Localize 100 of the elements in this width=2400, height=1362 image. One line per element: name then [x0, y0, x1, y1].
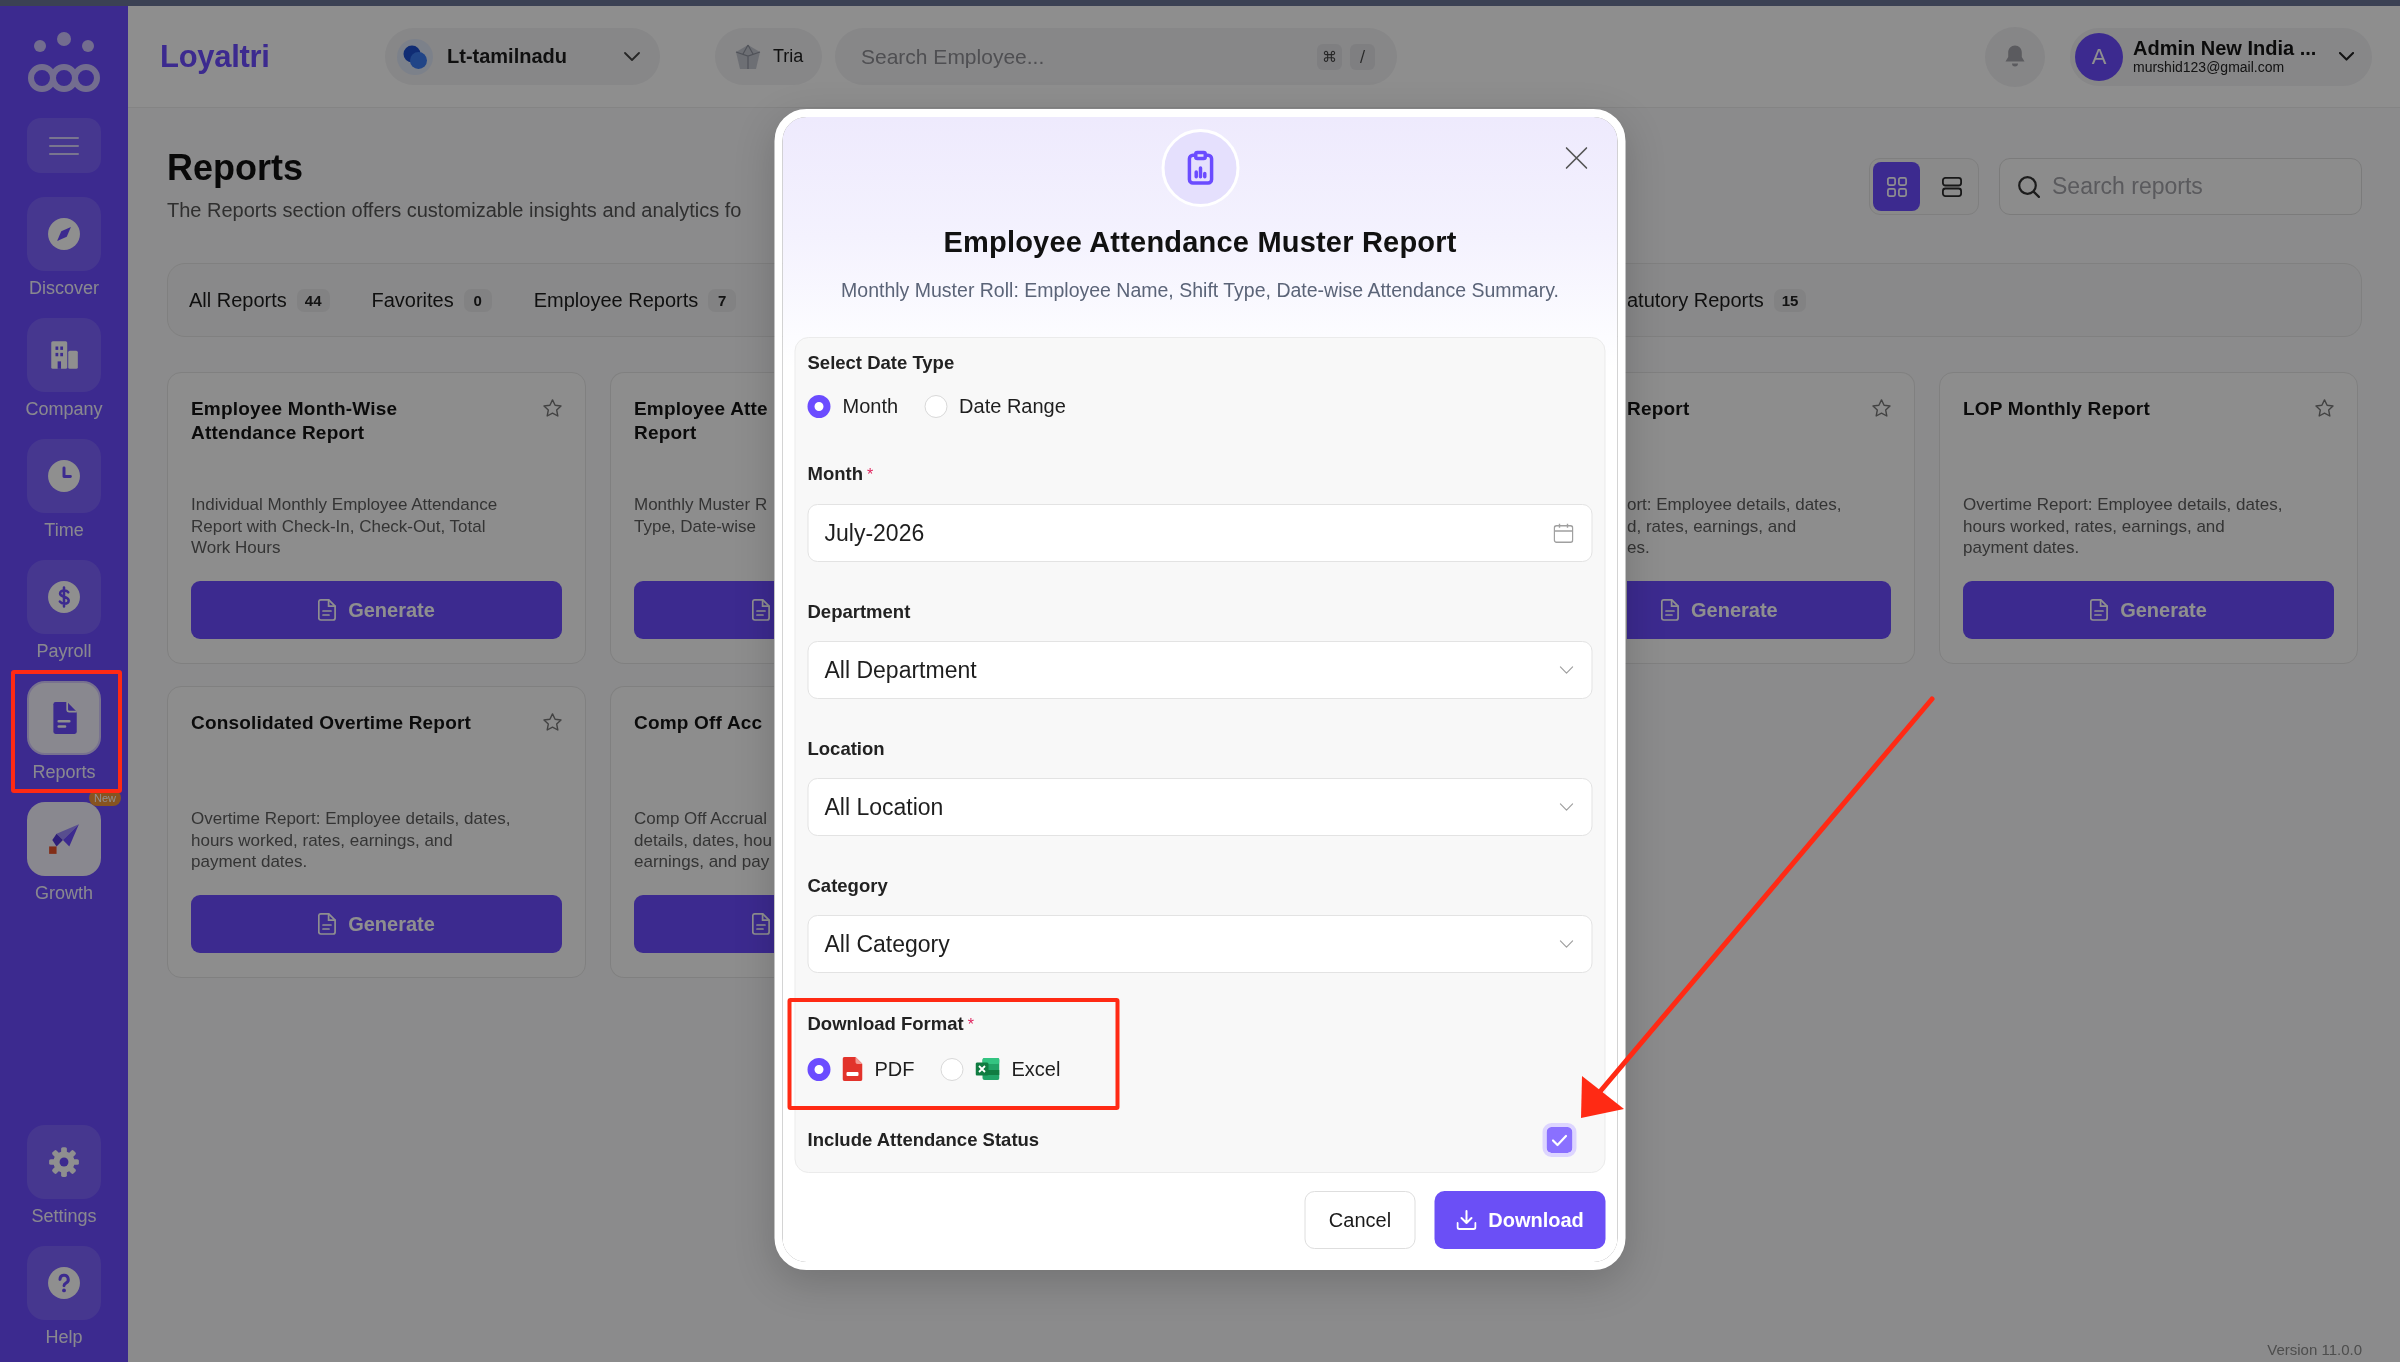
- user-menu-button[interactable]: A Admin New India ... murshid123@gmail.com: [2070, 27, 2372, 86]
- chevron-down-icon: [2339, 52, 2354, 61]
- radio-button[interactable]: [807, 1057, 831, 1081]
- sidebar-nav-item[interactable]: Discover: [0, 186, 128, 306]
- shortcut-key: ⌘: [1317, 43, 1342, 70]
- field-label: Category: [807, 875, 889, 897]
- generate-button[interactable]: Generate: [1963, 581, 2334, 639]
- tab[interactable]: Favorites 0: [371, 288, 492, 312]
- date-field[interactable]: July-2026: [807, 504, 1593, 562]
- dialog-subtitle: Monthly Muster Roll: Employee Name, Shift Type, Date-wise Attendance Summary.: [840, 278, 1560, 303]
- search-icon: [2018, 175, 2040, 198]
- generate-button[interactable]: Generate: [1627, 581, 1891, 639]
- page-description: The Reports section offers customizable insights and analytics fo: [167, 198, 742, 222]
- sidebar-nav-item[interactable]: Payroll: [0, 549, 128, 669]
- download-icon: [1456, 1210, 1477, 1230]
- field-label: Download Format *: [807, 1013, 975, 1036]
- bell-icon: [2005, 45, 2025, 68]
- dialog-title: Employee Attendance Muster Report: [942, 225, 1458, 260]
- sidebar-nav-item[interactable]: Time: [0, 428, 128, 548]
- card-title: Consolidated Overtime Report: [191, 711, 472, 735]
- generate-button[interactable]: [634, 895, 774, 953]
- card-description: ort: Employee details, dates, d, rates, earnings, and es.: [1627, 494, 1843, 559]
- card-title: Comp Off Acc: [634, 711, 763, 735]
- document-icon: [318, 599, 337, 621]
- chevron-down-icon: [1559, 803, 1574, 811]
- document-icon: [752, 599, 770, 621]
- document-icon: [752, 913, 770, 935]
- card-title: Employee Atte Report: [634, 397, 768, 445]
- generate-button[interactable]: Generate: [191, 895, 562, 953]
- spreadsheet-icon: [975, 1058, 1000, 1080]
- employee-search-field[interactable]: Search Employee... ⌘ /: [835, 28, 1397, 85]
- star-icon[interactable]: [543, 399, 562, 417]
- sidebar-nav-item[interactable]: Growth New: [0, 791, 128, 911]
- dropdown-field[interactable]: All Category: [807, 915, 1593, 973]
- field-label: Department: [807, 601, 912, 623]
- tab[interactable]: All Reports 44: [189, 288, 330, 312]
- close-button[interactable]: [1565, 147, 1588, 169]
- tab[interactable]: Employee Reports 7: [533, 288, 737, 312]
- overlapping-circles-icon: [397, 38, 433, 75]
- list-icon: [1940, 175, 1963, 198]
- card-description: Overtime Report: Employee details, dates, hours worked, rates, earnings, and payment dates.: [191, 808, 512, 873]
- chevron-down-icon: [1559, 940, 1574, 948]
- sidebar-nav-item[interactable]: Company: [0, 307, 128, 427]
- shortcut-key: /: [1350, 43, 1375, 70]
- field-label: Select Date Type: [807, 352, 956, 374]
- sidebar-nav-item[interactable]: Help: [0, 1235, 128, 1355]
- star-icon[interactable]: [2315, 399, 2334, 417]
- download-button[interactable]: Download: [1434, 1191, 1606, 1249]
- dropdown-field[interactable]: All Department: [807, 641, 1593, 699]
- sidebar-nav-item[interactable]: Reports: [0, 670, 128, 790]
- calendar-icon: [1553, 523, 1574, 543]
- field-label: Month *: [807, 463, 875, 486]
- user-avatar: A: [2075, 32, 2123, 81]
- gem-icon: [735, 43, 761, 70]
- star-icon[interactable]: [1872, 399, 1891, 417]
- page-title: Reports: [167, 146, 305, 190]
- card-title: LOP Monthly Report: [1963, 397, 2150, 421]
- count-badge: 7: [708, 288, 737, 312]
- document-icon: [1661, 599, 1679, 621]
- star-icon[interactable]: [543, 713, 562, 731]
- grid-icon: [1886, 176, 1907, 197]
- checkbox[interactable]: [1542, 1123, 1577, 1157]
- user-email: murshid123@gmail.com: [2133, 59, 2286, 76]
- close-icon: [1565, 147, 1588, 169]
- field-label: Location: [807, 738, 886, 760]
- document-icon: [2090, 599, 2109, 621]
- company-selector[interactable]: Lt-tamilnadu: [385, 28, 660, 85]
- pdf-file-icon: [842, 1057, 863, 1081]
- user-name: Admin New India ...: [2133, 37, 2318, 59]
- tab[interactable]: atutory Reports 15: [1627, 288, 1807, 312]
- brand-name: Loyaltri: [160, 38, 271, 75]
- card-description: Monthly Muster R Type, Date-wise: [634, 494, 769, 538]
- generate-button[interactable]: Generate: [191, 581, 562, 639]
- card-description: Overtime Report: Employee details, dates, hours worked, rates, earnings, and payment dates.: [1963, 494, 2284, 559]
- cancel-button[interactable]: Cancel: [1304, 1191, 1416, 1249]
- menu-icon: [49, 136, 79, 155]
- logo-icon: [28, 30, 100, 95]
- card-description: Individual Monthly Employee Attendance Report with Check-In, Check-Out, Total Work Hours: [191, 494, 499, 559]
- card-title: Report: [1627, 397, 1690, 421]
- sidebar-nav-item[interactable]: Settings: [0, 1114, 128, 1234]
- document-icon: [318, 913, 337, 935]
- radio-option[interactable]: Date Range: [924, 395, 1066, 418]
- generate-button[interactable]: [634, 581, 774, 639]
- grid-view-button[interactable]: [1873, 162, 1920, 211]
- radio-option[interactable]: PDF: [807, 1057, 915, 1081]
- count-badge: 15: [1773, 288, 1807, 312]
- workspace-selector[interactable]: Tria: [715, 28, 822, 85]
- card-title: Employee Month-Wise Attendance Report: [191, 397, 399, 445]
- check-icon: [1551, 1133, 1568, 1147]
- count-badge: 44: [296, 288, 330, 312]
- radio-option[interactable]: Excel: [940, 1057, 1061, 1081]
- radio-option[interactable]: Month: [807, 395, 899, 418]
- radio-button[interactable]: [807, 395, 831, 418]
- version-label: Version 11.0.0: [2267, 1341, 2362, 1358]
- count-badge: 0: [463, 288, 492, 312]
- chevron-down-icon: [624, 52, 640, 61]
- field-label: Include Attendance Status: [807, 1129, 1040, 1151]
- chevron-down-icon: [1559, 666, 1574, 674]
- card-description: Comp Off Accrual details, dates, hou earnings, and pay: [634, 808, 773, 873]
- dropdown-field[interactable]: All Location: [807, 778, 1593, 836]
